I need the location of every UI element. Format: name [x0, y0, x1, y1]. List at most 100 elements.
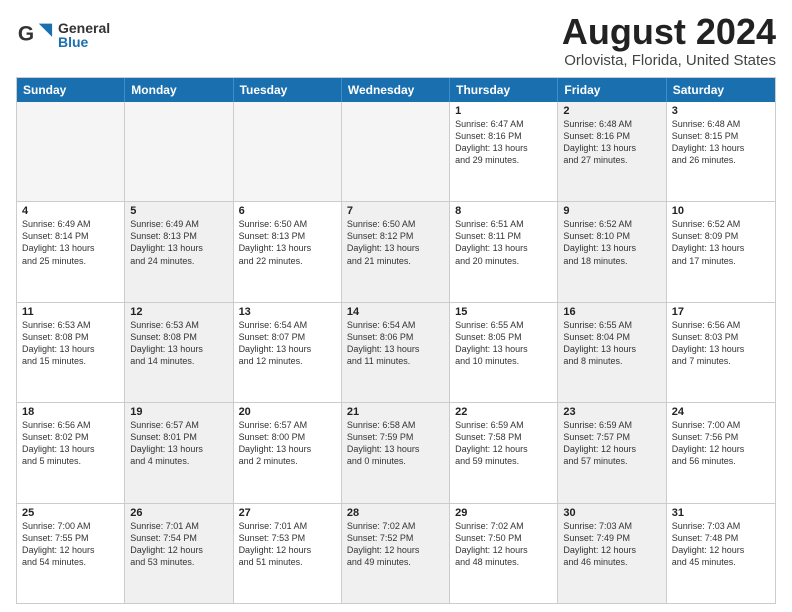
- calendar-row: 18Sunrise: 6:56 AM Sunset: 8:02 PM Dayli…: [17, 402, 775, 502]
- cell-info: Sunrise: 7:03 AM Sunset: 7:48 PM Dayligh…: [672, 520, 770, 569]
- day-number: 31: [672, 507, 770, 519]
- day-number: 8: [455, 205, 552, 217]
- day-number: 17: [672, 306, 770, 318]
- day-number: 2: [563, 105, 660, 117]
- calendar-cell: 8Sunrise: 6:51 AM Sunset: 8:11 PM Daylig…: [450, 202, 558, 301]
- day-number: 1: [455, 105, 552, 117]
- cell-info: Sunrise: 6:48 AM Sunset: 8:16 PM Dayligh…: [563, 118, 660, 167]
- logo-icon: G: [16, 16, 54, 54]
- cal-header-cell: Tuesday: [234, 78, 342, 102]
- cell-info: Sunrise: 6:56 AM Sunset: 8:03 PM Dayligh…: [672, 319, 770, 368]
- cell-info: Sunrise: 6:56 AM Sunset: 8:02 PM Dayligh…: [22, 419, 119, 468]
- calendar-cell: 21Sunrise: 6:58 AM Sunset: 7:59 PM Dayli…: [342, 403, 450, 502]
- day-number: 14: [347, 306, 444, 318]
- calendar-cell: 12Sunrise: 6:53 AM Sunset: 8:08 PM Dayli…: [125, 303, 233, 402]
- cal-header-cell: Thursday: [450, 78, 558, 102]
- cal-header-cell: Monday: [125, 78, 233, 102]
- cell-info: Sunrise: 6:51 AM Sunset: 8:11 PM Dayligh…: [455, 218, 552, 267]
- day-number: 29: [455, 507, 552, 519]
- cell-info: Sunrise: 6:53 AM Sunset: 8:08 PM Dayligh…: [22, 319, 119, 368]
- cell-info: Sunrise: 6:54 AM Sunset: 8:06 PM Dayligh…: [347, 319, 444, 368]
- calendar-cell: 1Sunrise: 6:47 AM Sunset: 8:16 PM Daylig…: [450, 102, 558, 201]
- calendar-cell: 29Sunrise: 7:02 AM Sunset: 7:50 PM Dayli…: [450, 504, 558, 603]
- logo-general-label: General: [58, 21, 110, 35]
- calendar-cell: 20Sunrise: 6:57 AM Sunset: 8:00 PM Dayli…: [234, 403, 342, 502]
- cell-info: Sunrise: 7:01 AM Sunset: 7:53 PM Dayligh…: [239, 520, 336, 569]
- cell-info: Sunrise: 6:57 AM Sunset: 8:00 PM Dayligh…: [239, 419, 336, 468]
- cell-info: Sunrise: 6:50 AM Sunset: 8:12 PM Dayligh…: [347, 218, 444, 267]
- calendar-cell: 15Sunrise: 6:55 AM Sunset: 8:05 PM Dayli…: [450, 303, 558, 402]
- cell-info: Sunrise: 6:47 AM Sunset: 8:16 PM Dayligh…: [455, 118, 552, 167]
- cal-header-cell: Wednesday: [342, 78, 450, 102]
- calendar-row: 11Sunrise: 6:53 AM Sunset: 8:08 PM Dayli…: [17, 302, 775, 402]
- cell-info: Sunrise: 6:49 AM Sunset: 8:13 PM Dayligh…: [130, 218, 227, 267]
- calendar-cell: 9Sunrise: 6:52 AM Sunset: 8:10 PM Daylig…: [558, 202, 666, 301]
- calendar-body: 1Sunrise: 6:47 AM Sunset: 8:16 PM Daylig…: [17, 102, 775, 603]
- day-number: 27: [239, 507, 336, 519]
- subtitle: Orlovista, Florida, United States: [562, 52, 776, 69]
- calendar-cell: 6Sunrise: 6:50 AM Sunset: 8:13 PM Daylig…: [234, 202, 342, 301]
- day-number: 30: [563, 507, 660, 519]
- day-number: 10: [672, 205, 770, 217]
- cell-info: Sunrise: 6:53 AM Sunset: 8:08 PM Dayligh…: [130, 319, 227, 368]
- cell-info: Sunrise: 6:55 AM Sunset: 8:04 PM Dayligh…: [563, 319, 660, 368]
- header: G General Blue August 2024 Orlovista, Fl…: [16, 12, 776, 69]
- calendar-cell: 13Sunrise: 6:54 AM Sunset: 8:07 PM Dayli…: [234, 303, 342, 402]
- calendar-cell: 30Sunrise: 7:03 AM Sunset: 7:49 PM Dayli…: [558, 504, 666, 603]
- cell-info: Sunrise: 6:55 AM Sunset: 8:05 PM Dayligh…: [455, 319, 552, 368]
- main-title: August 2024: [562, 12, 776, 52]
- cell-info: Sunrise: 7:01 AM Sunset: 7:54 PM Dayligh…: [130, 520, 227, 569]
- page: G General Blue August 2024 Orlovista, Fl…: [0, 0, 792, 612]
- cell-info: Sunrise: 7:00 AM Sunset: 7:56 PM Dayligh…: [672, 419, 770, 468]
- calendar-row: 1Sunrise: 6:47 AM Sunset: 8:16 PM Daylig…: [17, 102, 775, 201]
- day-number: 19: [130, 406, 227, 418]
- calendar-cell: 26Sunrise: 7:01 AM Sunset: 7:54 PM Dayli…: [125, 504, 233, 603]
- calendar-cell: 24Sunrise: 7:00 AM Sunset: 7:56 PM Dayli…: [667, 403, 775, 502]
- calendar-cell: 5Sunrise: 6:49 AM Sunset: 8:13 PM Daylig…: [125, 202, 233, 301]
- logo-blue-label: Blue: [58, 35, 110, 49]
- cell-info: Sunrise: 7:02 AM Sunset: 7:52 PM Dayligh…: [347, 520, 444, 569]
- calendar-row: 25Sunrise: 7:00 AM Sunset: 7:55 PM Dayli…: [17, 503, 775, 603]
- calendar-cell: [17, 102, 125, 201]
- calendar-cell: 17Sunrise: 6:56 AM Sunset: 8:03 PM Dayli…: [667, 303, 775, 402]
- cell-info: Sunrise: 6:59 AM Sunset: 7:58 PM Dayligh…: [455, 419, 552, 468]
- calendar-cell: 7Sunrise: 6:50 AM Sunset: 8:12 PM Daylig…: [342, 202, 450, 301]
- day-number: 11: [22, 306, 119, 318]
- calendar-cell: 22Sunrise: 6:59 AM Sunset: 7:58 PM Dayli…: [450, 403, 558, 502]
- calendar-cell: 25Sunrise: 7:00 AM Sunset: 7:55 PM Dayli…: [17, 504, 125, 603]
- day-number: 9: [563, 205, 660, 217]
- calendar-cell: 11Sunrise: 6:53 AM Sunset: 8:08 PM Dayli…: [17, 303, 125, 402]
- day-number: 26: [130, 507, 227, 519]
- day-number: 6: [239, 205, 336, 217]
- day-number: 16: [563, 306, 660, 318]
- day-number: 24: [672, 406, 770, 418]
- cell-info: Sunrise: 7:00 AM Sunset: 7:55 PM Dayligh…: [22, 520, 119, 569]
- day-number: 20: [239, 406, 336, 418]
- calendar: SundayMondayTuesdayWednesdayThursdayFrid…: [16, 77, 776, 604]
- logo: G General Blue: [16, 16, 110, 54]
- day-number: 18: [22, 406, 119, 418]
- day-number: 15: [455, 306, 552, 318]
- cell-info: Sunrise: 6:57 AM Sunset: 8:01 PM Dayligh…: [130, 419, 227, 468]
- calendar-row: 4Sunrise: 6:49 AM Sunset: 8:14 PM Daylig…: [17, 201, 775, 301]
- cell-info: Sunrise: 7:03 AM Sunset: 7:49 PM Dayligh…: [563, 520, 660, 569]
- calendar-cell: 18Sunrise: 6:56 AM Sunset: 8:02 PM Dayli…: [17, 403, 125, 502]
- cal-header-cell: Saturday: [667, 78, 775, 102]
- cell-info: Sunrise: 6:59 AM Sunset: 7:57 PM Dayligh…: [563, 419, 660, 468]
- cal-header-cell: Friday: [558, 78, 666, 102]
- cell-info: Sunrise: 6:52 AM Sunset: 8:09 PM Dayligh…: [672, 218, 770, 267]
- title-block: August 2024 Orlovista, Florida, United S…: [562, 12, 776, 69]
- calendar-cell: [234, 102, 342, 201]
- day-number: 21: [347, 406, 444, 418]
- day-number: 7: [347, 205, 444, 217]
- day-number: 5: [130, 205, 227, 217]
- calendar-cell: 31Sunrise: 7:03 AM Sunset: 7:48 PM Dayli…: [667, 504, 775, 603]
- calendar-cell: 2Sunrise: 6:48 AM Sunset: 8:16 PM Daylig…: [558, 102, 666, 201]
- calendar-header: SundayMondayTuesdayWednesdayThursdayFrid…: [17, 78, 775, 102]
- day-number: 25: [22, 507, 119, 519]
- cell-info: Sunrise: 7:02 AM Sunset: 7:50 PM Dayligh…: [455, 520, 552, 569]
- day-number: 28: [347, 507, 444, 519]
- svg-text:G: G: [18, 23, 34, 46]
- cell-info: Sunrise: 6:52 AM Sunset: 8:10 PM Dayligh…: [563, 218, 660, 267]
- calendar-cell: 23Sunrise: 6:59 AM Sunset: 7:57 PM Dayli…: [558, 403, 666, 502]
